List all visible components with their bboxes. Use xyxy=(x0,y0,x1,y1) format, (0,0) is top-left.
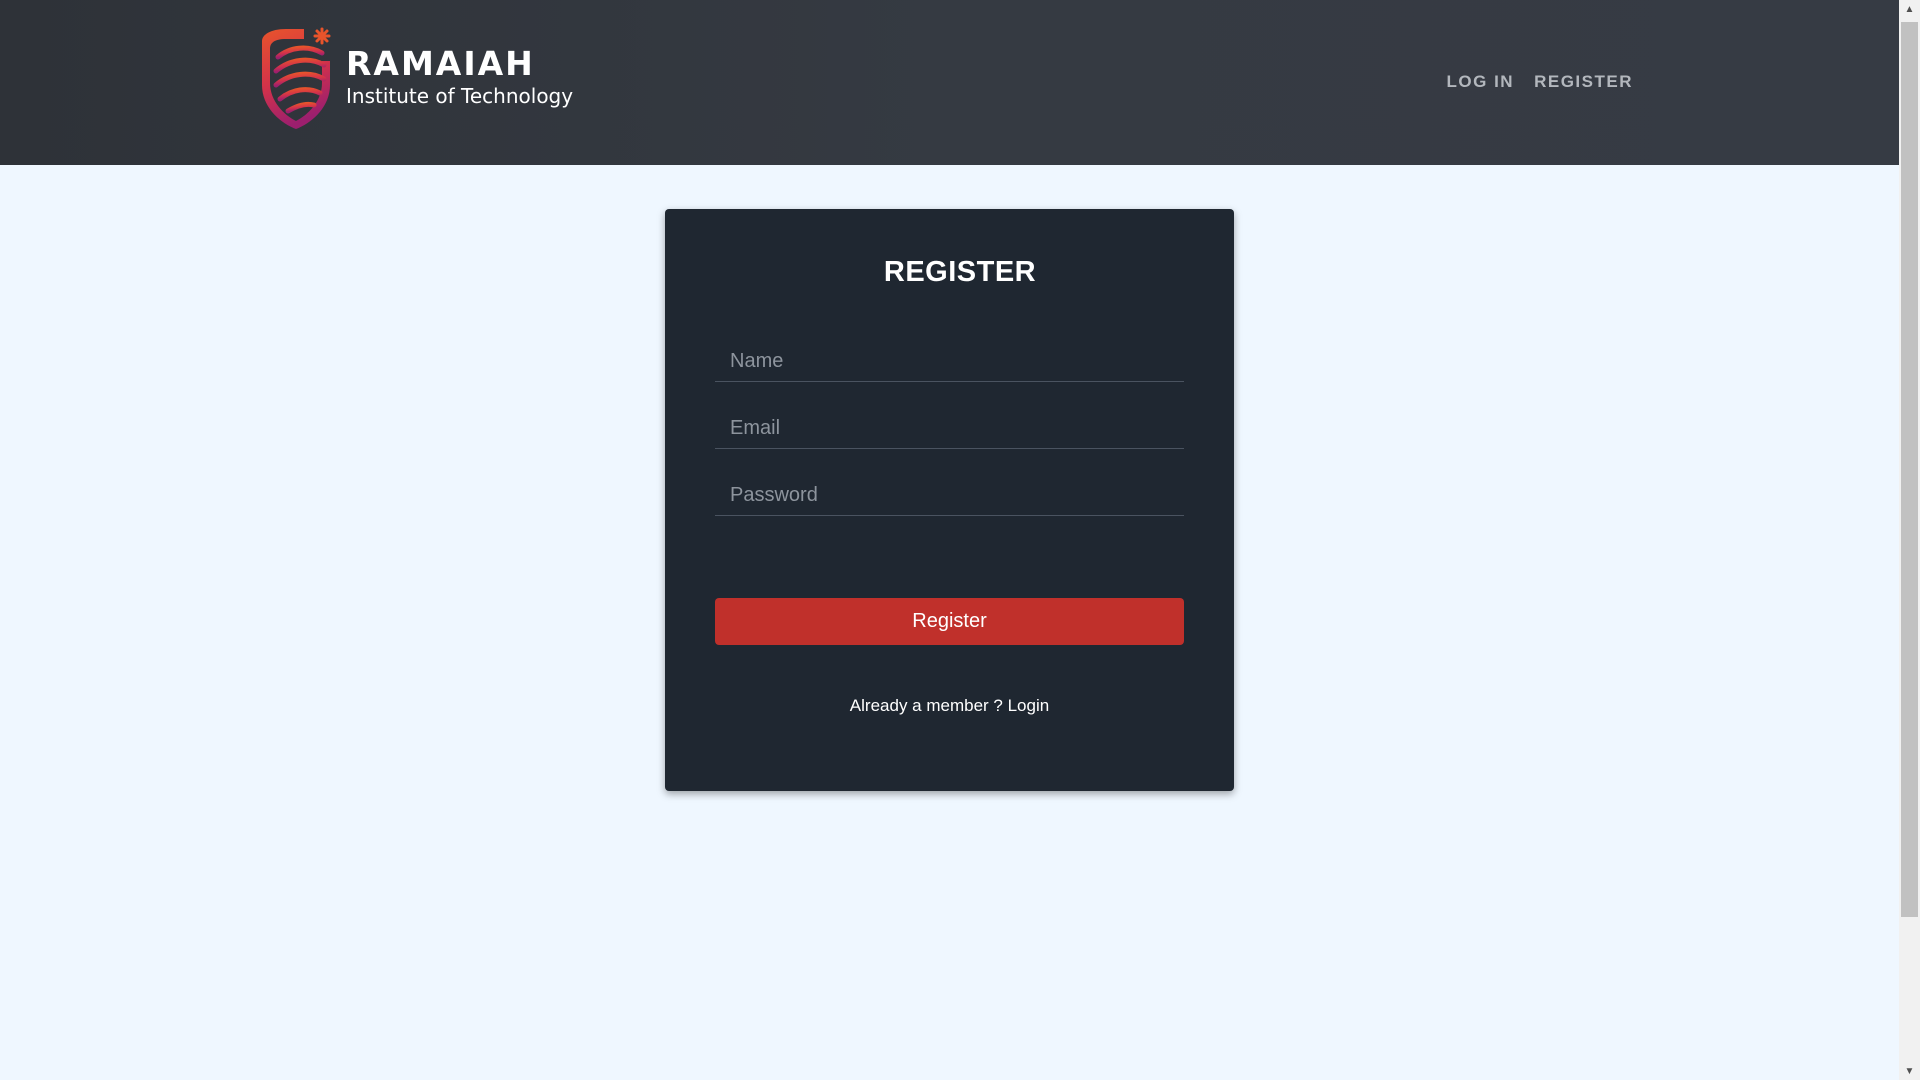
login-link[interactable]: Login xyxy=(1008,696,1050,715)
already-member-line: Already a member ? Login xyxy=(715,696,1184,716)
register-button[interactable]: Register xyxy=(715,598,1184,645)
email-input[interactable] xyxy=(715,409,1184,449)
brand-subtitle: Institute of Technology xyxy=(346,84,574,108)
register-title: REGISTER xyxy=(883,256,1037,288)
already-member-text: Already a member ? xyxy=(849,696,1008,715)
shield-logo-icon xyxy=(262,27,331,129)
triangle-up-icon[interactable]: ▲ xyxy=(1899,0,1920,18)
brand-name: RAMAIAH xyxy=(346,44,535,83)
vertical-scrollbar[interactable]: ▲ ▼ xyxy=(1899,0,1920,1080)
name-input[interactable] xyxy=(715,342,1184,382)
nav-register-link[interactable]: REGISTER xyxy=(1534,72,1633,92)
page: RAMAIAH Institute of Technology LOG IN R… xyxy=(0,0,1920,1080)
nav-login-link[interactable]: LOG IN xyxy=(1447,72,1515,92)
brand-text: RAMAIAH Institute of Technology xyxy=(346,44,574,109)
password-input[interactable] xyxy=(715,476,1184,516)
scrollbar-thumb[interactable] xyxy=(1901,22,1918,917)
triangle-down-icon[interactable]: ▼ xyxy=(1899,1062,1920,1080)
top-navbar: RAMAIAH Institute of Technology LOG IN R… xyxy=(0,0,1899,165)
brand-logo-link[interactable]: RAMAIAH Institute of Technology xyxy=(256,25,573,129)
nav-links: LOG IN REGISTER xyxy=(1447,72,1633,92)
